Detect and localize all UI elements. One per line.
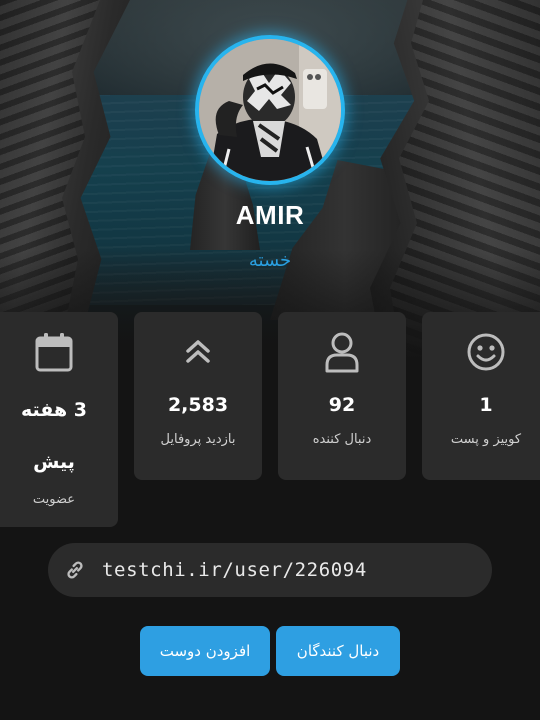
stat-card-profile-views[interactable]: 2,583 بازدید پروفایل [134,312,262,480]
stat-value: 1 [479,394,493,416]
avatar-photo [199,39,341,181]
user-icon [320,330,364,374]
profile-username: AMIR [235,200,305,230]
smiley-icon [464,330,508,374]
stat-label: کوییز و پست [450,432,522,447]
profile-link-field[interactable]: testchi.ir/user/226094 [48,543,492,597]
avatar[interactable] [195,35,345,185]
add-friend-button[interactable]: افزودن دوست [140,626,270,676]
profile-link-url[interactable]: testchi.ir/user/226094 [102,559,367,581]
stat-label: دنبال کننده [312,432,372,447]
stat-card-posts[interactable]: 1 کوییز و پست [422,312,540,480]
double-chevron-up-icon [176,330,220,374]
profile-status: خسته [248,250,292,271]
calendar-icon [32,330,76,374]
stat-value: 3 هفته پیش [21,399,87,473]
stat-value: 2,583 [167,394,229,416]
stat-card-followers[interactable]: 92 دنبال کننده [278,312,406,480]
followers-button[interactable]: دنبال کنندگان [276,626,400,676]
stat-label: عضویت [32,492,76,507]
stat-value: 92 [328,394,356,416]
stat-label: بازدید پروفایل [160,432,236,447]
stat-card-membership[interactable]: 3 هفته پیش عضویت [0,312,118,527]
link-icon [64,558,88,582]
